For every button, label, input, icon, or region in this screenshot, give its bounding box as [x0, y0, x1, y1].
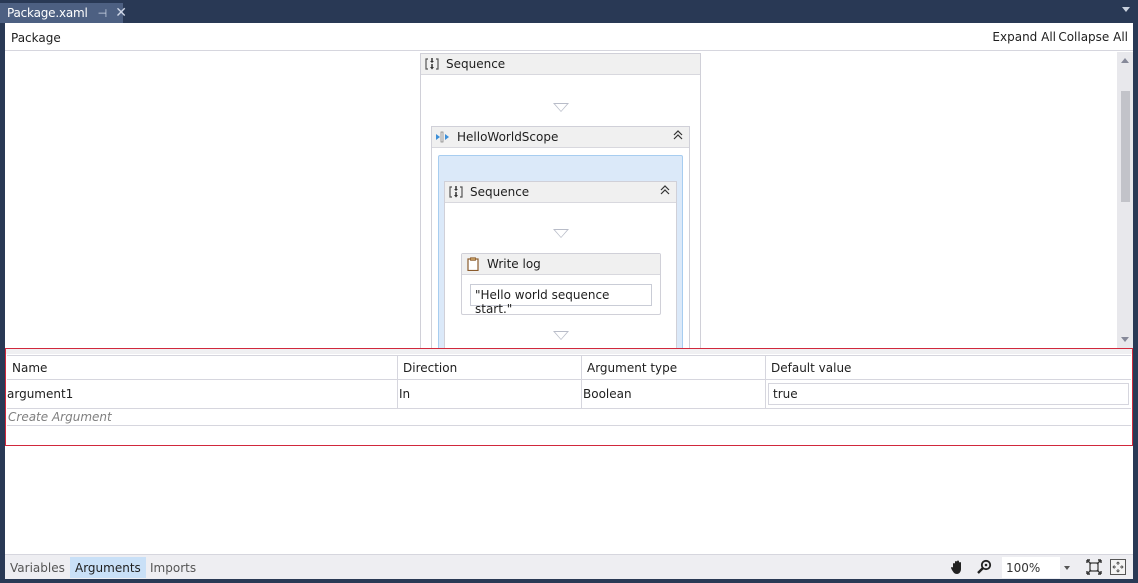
scroll-down-icon[interactable]: [1121, 337, 1129, 342]
arguments-panel: Name Direction Argument type Default val…: [5, 348, 1133, 446]
tab-title: Package.xaml: [7, 6, 88, 20]
document-tab-strip: Package.xaml ⊣ ✕: [0, 0, 1138, 23]
tab-imports[interactable]: Imports: [145, 557, 201, 578]
scope-icon: [436, 130, 450, 144]
sequence-icon: [425, 57, 439, 71]
expand-all-button[interactable]: Expand All: [992, 30, 1056, 44]
workflow-designer: Package Expand All Collapse All Sequence: [5, 23, 1133, 579]
activity-title: Sequence: [446, 57, 506, 71]
drop-target-arrow[interactable]: [553, 229, 569, 238]
argument-direction: In: [399, 387, 411, 401]
designer-canvas[interactable]: Sequence HelloWorldScope Sequence Write …: [5, 52, 1117, 348]
zoom-dropdown-icon[interactable]: [1064, 566, 1070, 570]
write-log-header[interactable]: Write log: [462, 254, 660, 275]
column-header-label: Argument type: [587, 360, 678, 375]
pin-icon[interactable]: ⊣: [98, 7, 108, 20]
hand-pan-icon[interactable]: [949, 559, 965, 575]
sequence-icon: [449, 185, 463, 199]
scope-header[interactable]: HelloWorldScope: [432, 127, 689, 148]
scope-body[interactable]: Sequence Write log "Hello world sequence…: [438, 155, 683, 348]
canvas-vertical-scrollbar[interactable]: [1117, 52, 1133, 348]
outer-sequence-activity[interactable]: Sequence HelloWorldScope Sequence Write …: [420, 53, 701, 348]
outer-sequence-header[interactable]: Sequence: [421, 54, 700, 75]
scrollbar-thumb[interactable]: [1121, 91, 1130, 202]
column-header-argument-type[interactable]: Argument type: [581, 356, 765, 379]
argument-direction-cell[interactable]: In: [397, 380, 581, 408]
fit-to-screen-icon[interactable]: [1086, 559, 1102, 575]
scroll-up-icon[interactable]: [1121, 58, 1129, 63]
breadcrumb[interactable]: Package: [11, 31, 61, 45]
column-header-label: Name: [12, 360, 48, 375]
tab-list-dropdown-icon[interactable]: [1122, 7, 1130, 12]
hello-world-scope-activity[interactable]: HelloWorldScope Sequence Write log "Hell…: [431, 126, 690, 348]
collapse-all-button[interactable]: Collapse All: [1058, 30, 1128, 44]
drop-target-arrow[interactable]: [553, 331, 569, 340]
default-value-input[interactable]: true: [768, 383, 1129, 405]
inner-sequence-header[interactable]: Sequence: [445, 182, 676, 203]
breadcrumb-bar: Package Expand All Collapse All: [5, 23, 1133, 51]
column-header-name[interactable]: Name: [7, 356, 397, 379]
tab-variables[interactable]: Variables: [5, 557, 70, 578]
inner-sequence-activity[interactable]: Sequence Write log "Hello world sequence…: [444, 181, 677, 348]
empty-row: [7, 426, 1131, 443]
write-log-activity[interactable]: Write log "Hello world sequence start.": [461, 253, 661, 316]
collapse-chevron-icon[interactable]: [659, 184, 671, 199]
argument-name: argument1: [7, 387, 74, 401]
panel-empty-area: [5, 446, 1133, 554]
create-argument-link[interactable]: Create Argument: [7, 409, 307, 425]
activity-title: HelloWorldScope: [457, 130, 559, 144]
argument-type: Boolean: [583, 387, 632, 401]
argument-name-cell[interactable]: argument1: [7, 380, 397, 408]
zoom-level-input[interactable]: 100%: [1002, 557, 1060, 578]
close-icon[interactable]: ✕: [115, 5, 127, 21]
overview-icon[interactable]: [1110, 559, 1126, 575]
argument-type-cell[interactable]: Boolean: [581, 380, 765, 408]
clipboard-icon: [466, 257, 480, 271]
column-header-label: Default value: [771, 360, 852, 375]
create-argument-row[interactable]: Create Argument: [7, 409, 1131, 426]
column-header-direction[interactable]: Direction: [397, 356, 581, 379]
tab-package-xaml[interactable]: Package.xaml ⊣ ✕: [0, 3, 127, 23]
designer-bottom-bar: Variables Arguments Imports 100%: [5, 554, 1133, 579]
activity-title: Sequence: [470, 185, 530, 199]
activity-title: Write log: [487, 257, 541, 271]
table-row[interactable]: argument1 In Boolean true: [7, 380, 1131, 409]
panel-splitter[interactable]: [6, 349, 1132, 354]
table-header-row: Name Direction Argument type Default val…: [7, 355, 1131, 380]
collapse-chevron-icon[interactable]: [672, 129, 684, 144]
zoom-magnifier-icon[interactable]: [976, 559, 992, 575]
column-header-default-value[interactable]: Default value: [765, 356, 1131, 379]
tab-arguments[interactable]: Arguments: [70, 557, 146, 578]
column-header-label: Direction: [403, 360, 458, 375]
log-message-input[interactable]: "Hello world sequence start.": [470, 284, 652, 316]
drop-target-arrow[interactable]: [553, 103, 569, 112]
